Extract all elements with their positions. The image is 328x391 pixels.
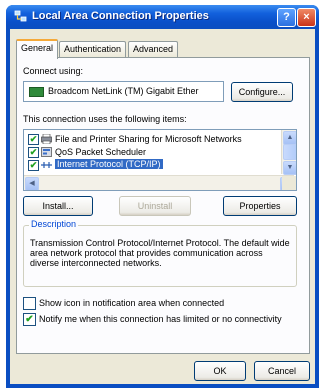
scheduler-icon [41,147,52,157]
notify-checkbox[interactable]: ✔ [23,313,36,326]
scroll-down-arrow-icon[interactable]: ▼ [283,161,296,175]
dialog-body: General Authentication Advanced Connect … [10,29,315,384]
show-icon-checkbox[interactable] [23,297,36,310]
list-horizontal-scrollbar[interactable]: ◀ ▶ [24,175,294,190]
tab-advanced[interactable]: Advanced [128,41,179,57]
components-list[interactable]: ✔ File and Printer Sharing for Microsoft… [23,129,297,191]
scroll-up-arrow-icon[interactable]: ▲ [283,131,296,145]
network-card-icon [29,87,44,97]
notify-label: Notify me when this connection has limit… [39,314,282,324]
item-label: Internet Protocol (TCP/IP) [55,159,163,169]
properties-window: Local Area Connection Properties ? × Gen… [6,5,319,388]
help-button[interactable]: ? [277,8,296,27]
scroll-thumb[interactable] [283,144,296,160]
list-item-selected[interactable]: ✔ Internet Protocol (TCP/IP) [28,159,290,172]
network-connection-icon [14,10,27,22]
ok-button[interactable]: OK [194,361,246,381]
uninstall-button: Uninstall [119,196,191,216]
item-label: File and Printer Sharing for Microsoft N… [55,134,242,144]
general-tab-panel: Connect using: Broadcom NetLink (TM) Gig… [16,57,310,354]
install-button[interactable]: Install... [23,196,93,216]
cancel-button[interactable]: Cancel [254,361,310,381]
description-text: Transmission Control Protocol/Internet P… [30,238,290,268]
scroll-left-arrow-icon[interactable]: ◀ [25,177,39,190]
connect-using-label: Connect using: [23,66,84,76]
adapter-name: Broadcom NetLink (TM) Gigabit Ether [48,86,199,96]
description-group: Description Transmission Control Protoco… [23,219,297,287]
scrollbar-corner [282,176,296,190]
list-item[interactable]: ✔ QoS Packet Scheduler [28,146,290,159]
list-vertical-scrollbar[interactable]: ▲ ▼ [281,130,296,175]
title-bar[interactable]: Local Area Connection Properties ? × [6,5,319,29]
show-icon-label: Show icon in notification area when conn… [39,298,225,308]
tab-general[interactable]: General [16,39,59,59]
adapter-field: Broadcom NetLink (TM) Gigabit Ether [23,81,224,102]
properties-button[interactable]: Properties [223,196,297,216]
item-checkbox[interactable]: ✔ [28,147,39,158]
item-checkbox[interactable]: ✔ [28,134,39,145]
configure-button[interactable]: Configure... [231,82,293,102]
close-button[interactable]: × [297,8,316,27]
printer-icon [41,134,52,144]
tab-authentication[interactable]: Authentication [59,41,127,57]
list-item[interactable]: ✔ File and Printer Sharing for Microsoft… [28,133,290,146]
item-label: QoS Packet Scheduler [55,147,147,157]
description-title: Description [29,219,79,229]
items-label: This connection uses the following items… [23,114,187,124]
item-checkbox[interactable]: ✔ [28,160,39,171]
window-title: Local Area Connection Properties [32,10,209,22]
network-protocol-icon [41,162,52,168]
